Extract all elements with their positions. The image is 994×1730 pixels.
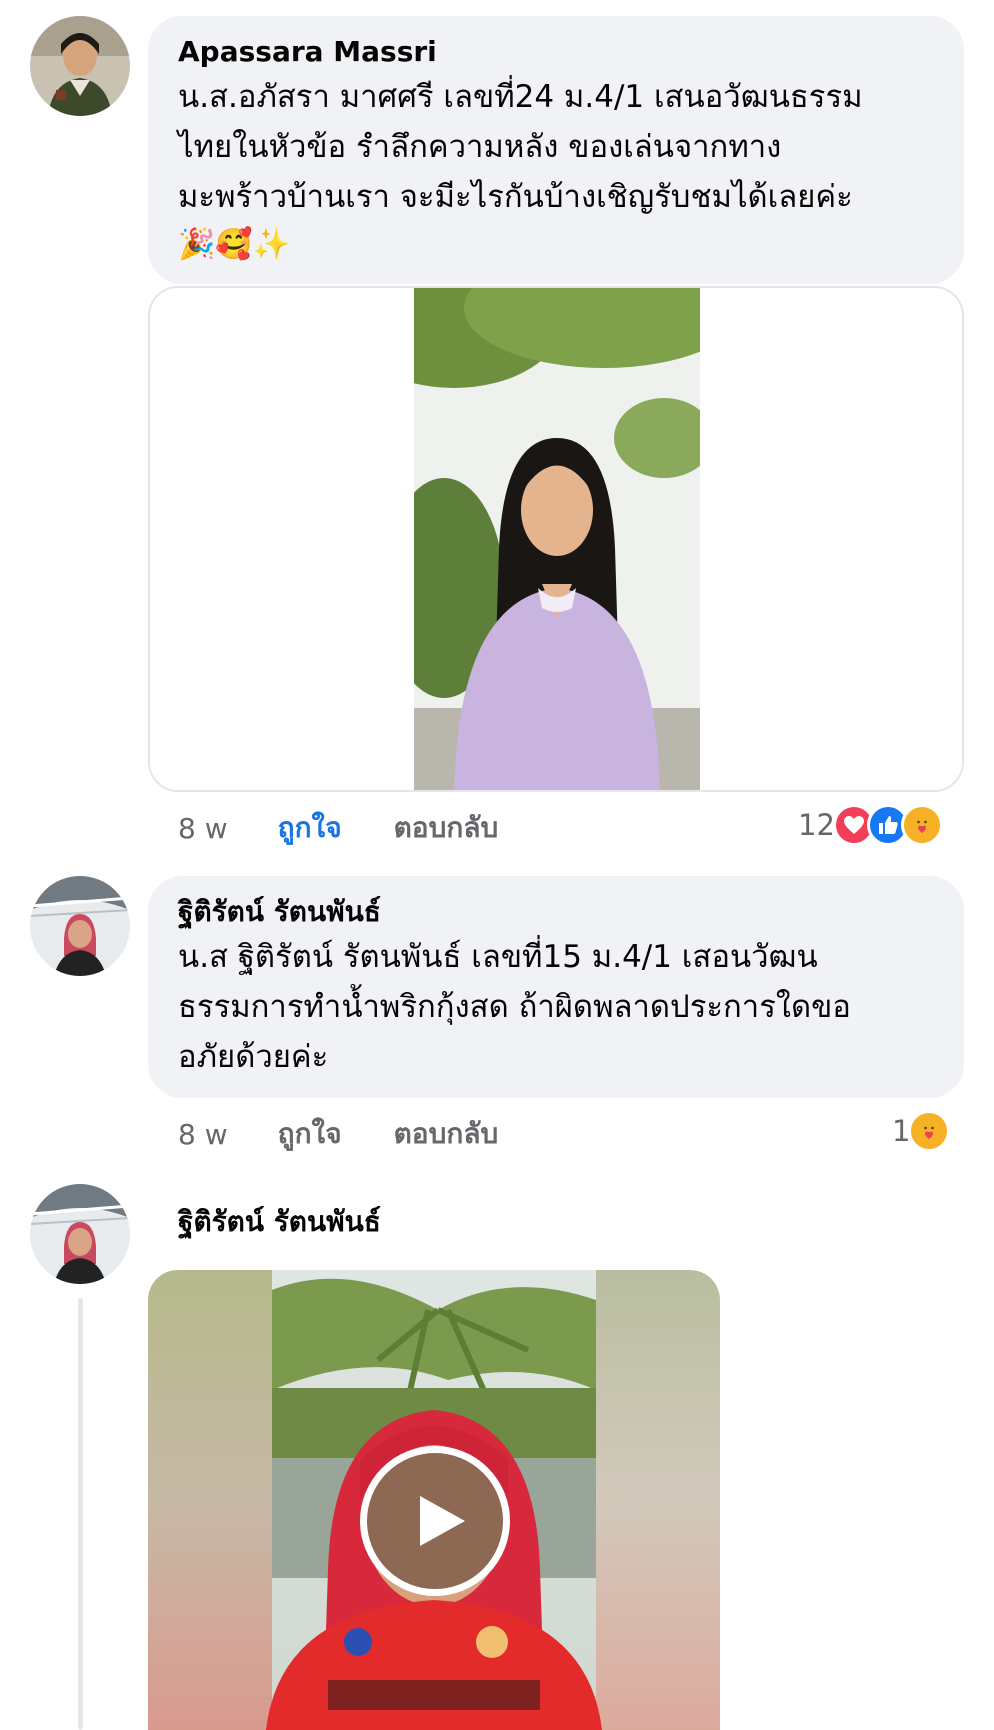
avatar-photo [30,876,130,976]
avatar-photo [30,1184,130,1284]
comment-text: น.ส ฐิติรัตน์ รัตนพันธ์ เลขที่15 ม.4/1 เ… [178,939,851,1075]
comment-author[interactable]: Apassara Massri [178,34,934,70]
reply-button[interactable]: ตอบกลับ [394,806,499,850]
comment-text: น.ส.อภัสรา มาศศรี เลขที่24 ม.4/1 เสนอวัฒ… [178,79,863,215]
video-attachment[interactable] [148,286,964,792]
avatar[interactable] [30,1184,130,1284]
reaction-summary[interactable]: 1 [892,1109,951,1153]
video-thumbnail-image [414,288,700,790]
avatar-photo [30,16,130,116]
avatar[interactable] [30,16,130,116]
comment-actions: 8 w ถูกใจ ตอบกลับ [178,1114,498,1154]
care-icon [908,1110,951,1152]
video-thumbnail[interactable] [414,288,700,790]
care-icon [900,804,943,846]
like-button[interactable]: ถูกใจ [278,806,342,850]
comment-timestamp[interactable]: 8 w [178,812,228,845]
like-button[interactable]: ถูกใจ [278,1112,342,1156]
reply-thread-line [78,1298,83,1730]
comment-bubble: Apassara Massri น.ส.อภัสรา มาศศรี เลขที่… [148,16,964,284]
comment-actions: 8 w ถูกใจ ตอบกลับ [178,808,498,848]
video-attachment[interactable] [148,1270,720,1730]
comment-timestamp[interactable]: 8 w [178,1118,228,1151]
reply-button[interactable]: ตอบกลับ [394,1112,499,1156]
reaction-count: 12 [798,808,835,842]
comment-bubble: ฐิติรัตน์ รัตนพันธ์ น.ส ฐิติรัตน์ รัตนพั… [148,876,964,1098]
play-icon [420,1496,465,1546]
avatar[interactable] [30,876,130,976]
play-button[interactable] [360,1446,510,1596]
comment-author[interactable]: ฐิติรัตน์ รัตนพันธ์ [178,1204,381,1240]
comment-emojis: 🎉🥰✨ [178,227,291,262]
comment-author[interactable]: ฐิติรัตน์ รัตนพันธ์ [178,894,934,930]
reaction-summary[interactable]: 12 [798,803,943,847]
